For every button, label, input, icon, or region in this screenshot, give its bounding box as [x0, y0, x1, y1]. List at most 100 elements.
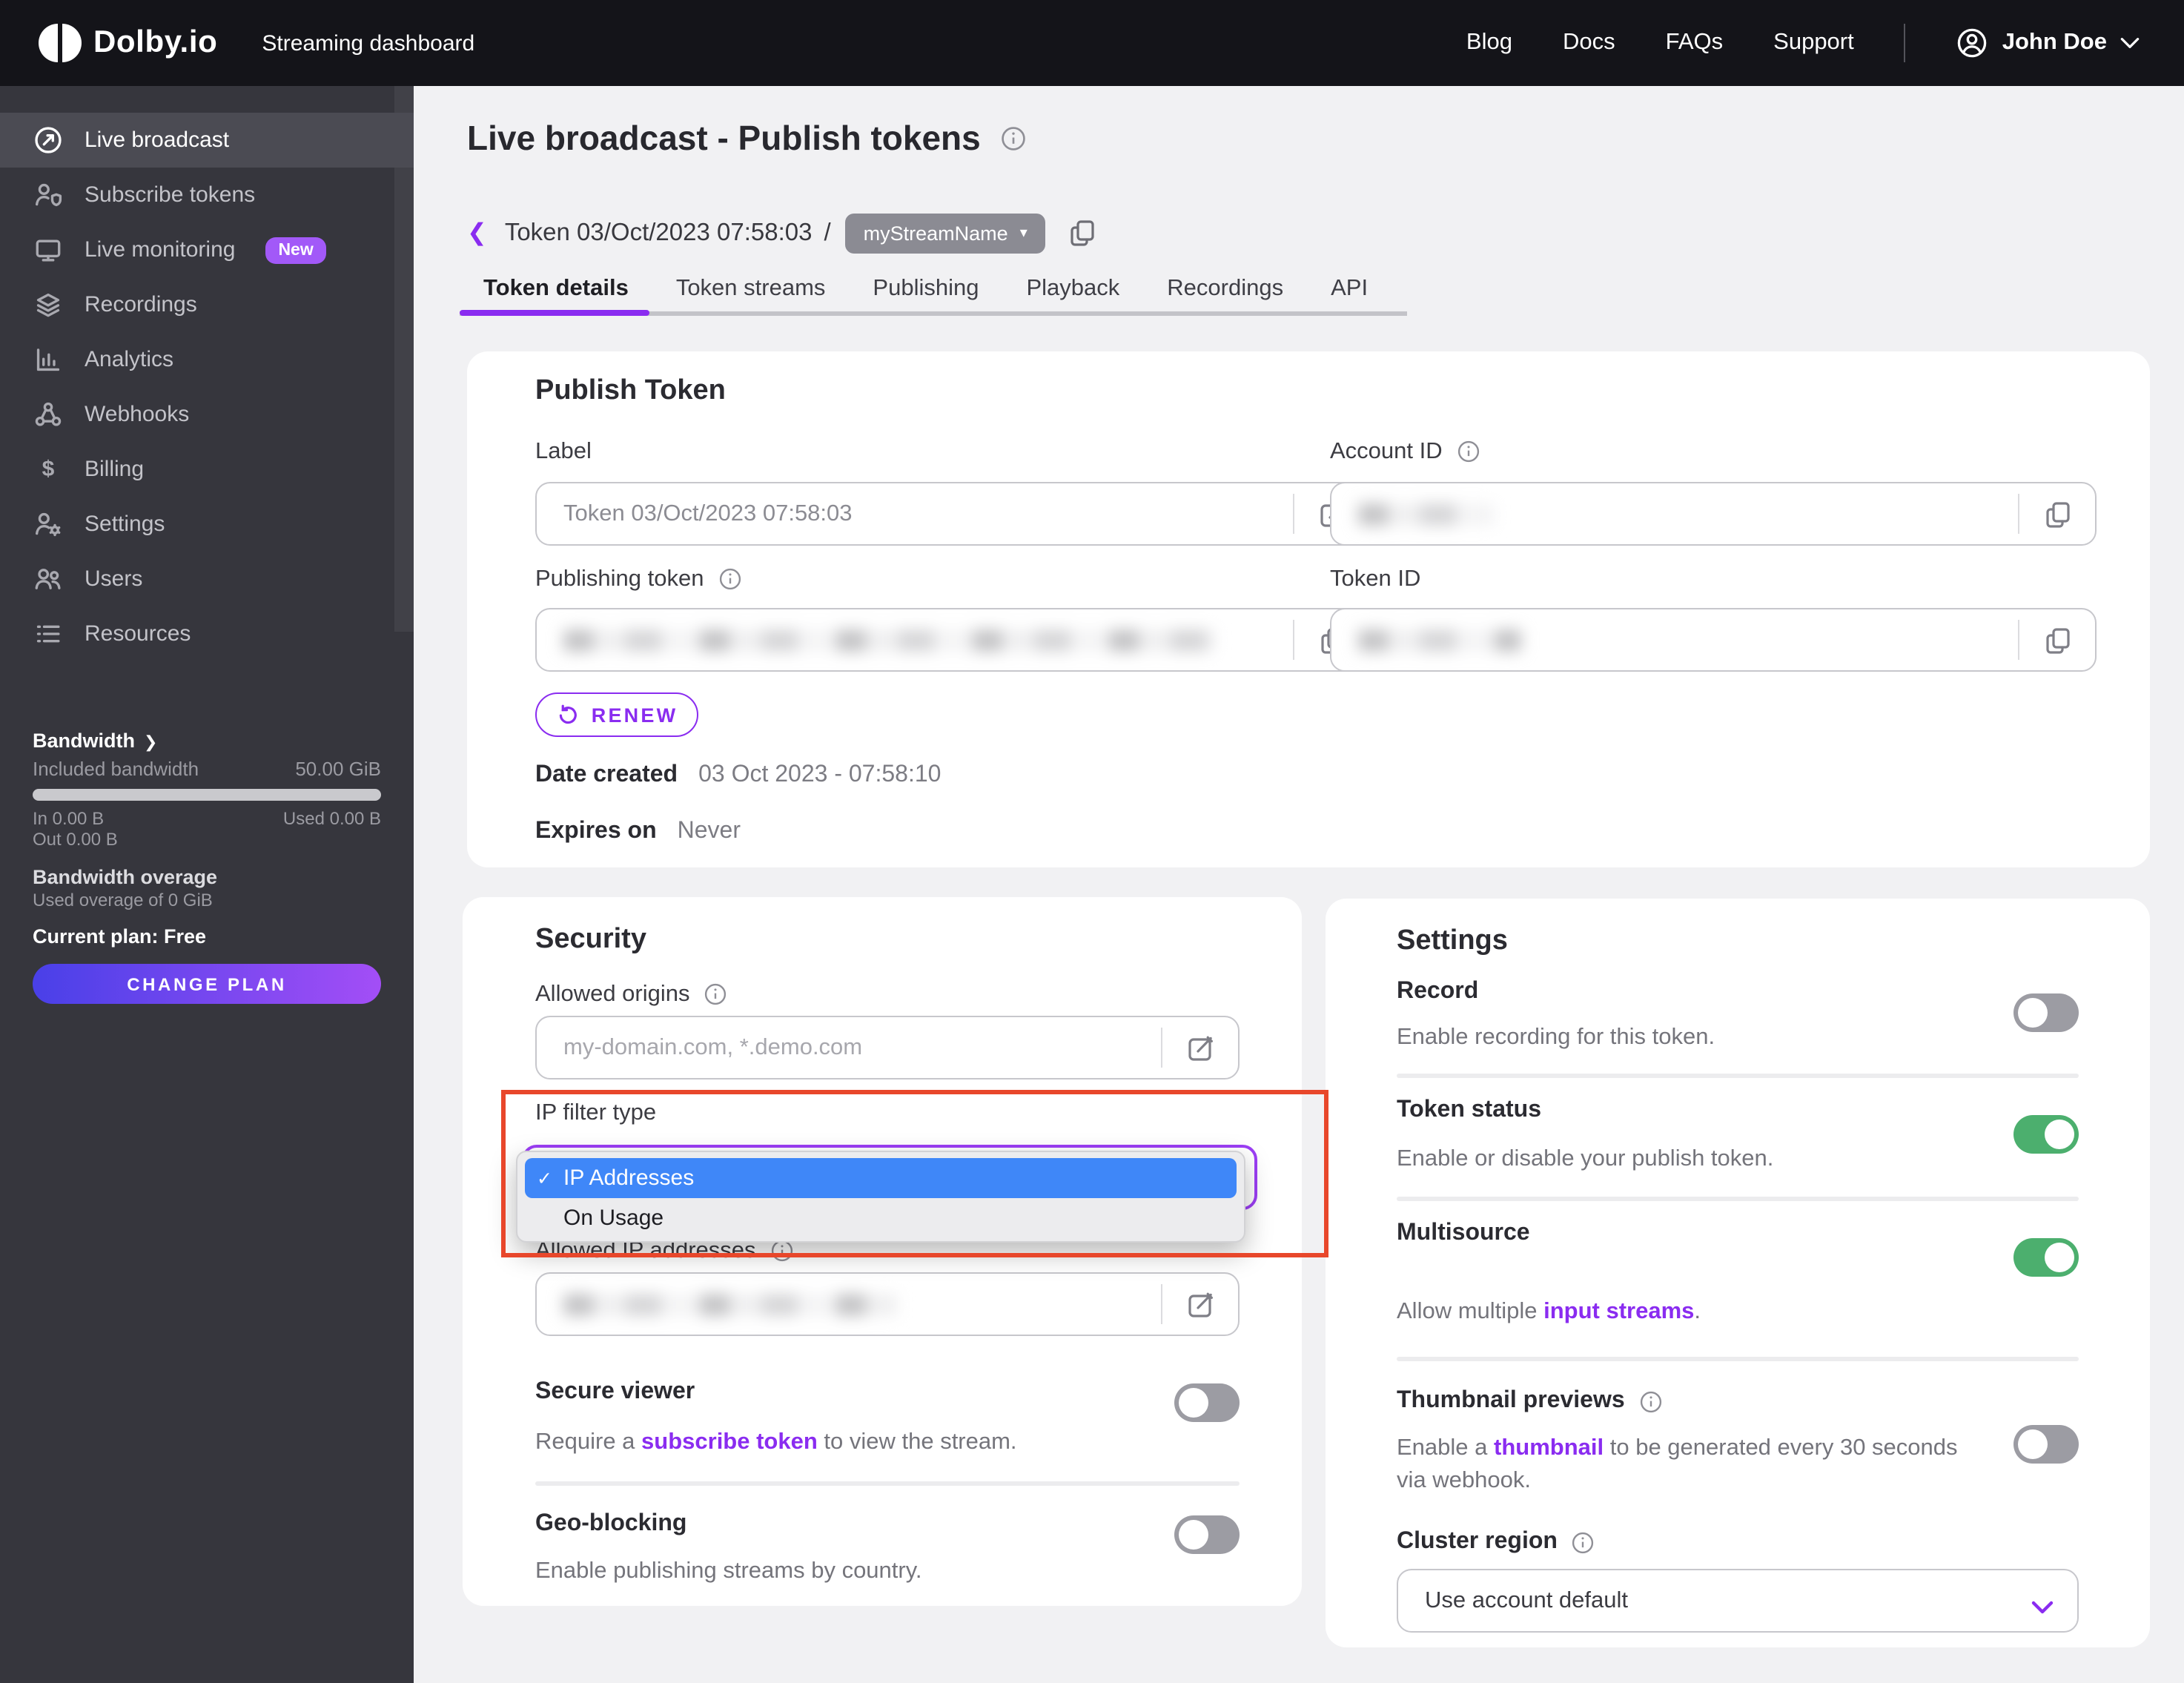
breadcrumb-token: Token 03/Oct/2023 07:58:03 — [504, 219, 813, 245]
publishing-token-input[interactable] — [535, 608, 1371, 672]
sidebar-item-label: Live broadcast — [85, 128, 230, 153]
settings-heading: Settings — [1397, 925, 1508, 956]
sidebar-item-subscribe-tokens[interactable]: Subscribe tokens — [0, 168, 414, 222]
dropdown-option-ip-addresses[interactable]: ✓ IP Addresses — [525, 1158, 1237, 1198]
sidebar-item-label: Settings — [85, 512, 165, 537]
dolby-logo[interactable]: Dolby.io — [39, 24, 217, 62]
sidebar-item-analytics[interactable]: Analytics — [0, 332, 414, 387]
tab-active-underline — [460, 310, 649, 316]
expires-value: Never — [677, 819, 741, 844]
info-icon[interactable] — [1000, 125, 1028, 153]
security-heading: Security — [535, 924, 646, 955]
input-divider — [1293, 494, 1294, 534]
tab-api[interactable]: API — [1307, 276, 1392, 311]
publish-token-heading: Publish Token — [535, 375, 726, 406]
sidebar-item-webhooks[interactable]: Webhooks — [0, 387, 414, 442]
bandwidth-used-value: Used 0.00 B — [282, 808, 381, 829]
token-id-input[interactable] — [1330, 608, 2097, 672]
geo-blocking-description: Enable publishing streams by country. — [535, 1558, 922, 1584]
nav-link-support[interactable]: Support — [1773, 30, 1854, 56]
cluster-region-select[interactable]: Use account default — [1397, 1569, 2079, 1633]
input-divider — [1161, 1028, 1162, 1068]
input-divider — [1161, 1284, 1162, 1324]
sidebar-item-label: Live monitoring — [85, 237, 236, 262]
tab-token-details[interactable]: Token details — [460, 276, 652, 311]
nav-link-blog[interactable]: Blog — [1466, 30, 1512, 56]
sidebar-item-users[interactable]: Users — [0, 552, 414, 606]
token-status-toggle[interactable] — [2013, 1115, 2079, 1154]
bandwidth-overage-detail: Used overage of 0 GiB — [33, 890, 213, 910]
expires-row: Expires on Never — [535, 819, 741, 845]
input-divider — [2018, 620, 2019, 660]
multisource-toggle[interactable] — [2013, 1238, 2079, 1277]
record-description: Enable recording for this token. — [1397, 1025, 1715, 1050]
renew-button[interactable]: RENEW — [535, 692, 698, 737]
subscribe-token-link[interactable]: subscribe token — [641, 1429, 818, 1455]
sidebar-item-settings[interactable]: Settings — [0, 497, 414, 552]
breadcrumb: ❮ Token 03/Oct/2023 07:58:03 / myStreamN… — [467, 212, 1099, 254]
tab-recordings[interactable]: Recordings — [1143, 276, 1307, 311]
bandwidth-out-value: Out 0.00 B — [33, 829, 118, 850]
secure-viewer-toggle[interactable] — [1174, 1383, 1240, 1422]
included-bandwidth-label: Included bandwidth — [33, 758, 199, 780]
geo-blocking-label: Geo-blocking — [535, 1511, 687, 1536]
label-input[interactable]: Token 03/Oct/2023 07:58:03 — [535, 482, 1371, 546]
info-icon[interactable] — [704, 982, 729, 1007]
thumbnail-previews-toggle[interactable] — [2013, 1425, 2079, 1464]
included-bandwidth-value: 50.00 GiB — [295, 758, 381, 780]
geo-blocking-toggle[interactable] — [1174, 1515, 1240, 1554]
thumbnail-previews-label: Thumbnail previews — [1397, 1388, 1664, 1415]
back-chevron-icon[interactable]: ❮ — [467, 218, 487, 248]
redacted-token-id — [1358, 629, 1521, 651]
dolby-logo-icon — [62, 24, 82, 62]
bandwidth-progress-bar — [33, 789, 381, 801]
page-title: Live broadcast - Publish tokens — [467, 119, 981, 157]
tab-playback[interactable]: Playback — [1002, 276, 1143, 311]
user-menu[interactable]: John Doe — [1956, 27, 2140, 59]
edit-icon[interactable] — [1185, 1288, 1217, 1320]
copy-icon[interactable] — [2042, 497, 2074, 530]
copy-icon[interactable] — [1066, 216, 1099, 249]
sidebar-item-billing[interactable]: $ Billing — [0, 442, 414, 497]
stream-name-dropdown[interactable]: myStreamName ▾ — [845, 213, 1045, 253]
copy-icon[interactable] — [2042, 624, 2074, 656]
tab-token-streams[interactable]: Token streams — [652, 276, 850, 311]
info-icon[interactable] — [1456, 439, 1481, 464]
change-plan-button[interactable]: CHANGE PLAN — [33, 964, 381, 1004]
bandwidth-link[interactable]: Bandwidth ❯ — [33, 728, 157, 755]
sidebar-item-live-broadcast[interactable]: Live broadcast — [0, 113, 414, 168]
redacted-ip-value — [563, 1293, 897, 1315]
sidebar-item-live-monitoring[interactable]: Live monitoring New — [0, 222, 414, 277]
nav-link-faqs[interactable]: FAQs — [1666, 30, 1724, 56]
edit-icon[interactable] — [1185, 1031, 1217, 1064]
dropdown-option-label: IP Addresses — [563, 1165, 695, 1191]
nav-link-docs[interactable]: Docs — [1563, 30, 1615, 56]
allowed-origins-input[interactable]: my-domain.com, *.demo.com — [535, 1016, 1240, 1079]
date-created-value: 03 Oct 2023 - 07:58:10 — [698, 762, 942, 787]
sidebar-item-label: Subscribe tokens — [85, 182, 256, 208]
info-icon[interactable] — [1638, 1389, 1664, 1414]
sidebar-item-label: Billing — [85, 457, 145, 482]
record-toggle[interactable] — [2013, 993, 2079, 1032]
account-id-input[interactable] — [1330, 482, 2097, 546]
ip-filter-type-label: IP filter type — [535, 1100, 657, 1125]
tab-publishing[interactable]: Publishing — [849, 276, 1002, 311]
allowed-ip-addresses-input[interactable] — [535, 1272, 1240, 1336]
stream-name-label: myStreamName — [863, 222, 1008, 244]
thumbnail-link[interactable]: thumbnail — [1494, 1435, 1604, 1461]
record-label: Record — [1397, 979, 1479, 1004]
dropdown-option-on-usage[interactable]: On Usage — [525, 1198, 1237, 1238]
dollar-icon: $ — [42, 457, 55, 482]
info-icon[interactable] — [718, 566, 743, 592]
date-created-row: Date created 03 Oct 2023 - 07:58:10 — [535, 762, 941, 789]
info-icon[interactable] — [1571, 1530, 1596, 1555]
token-id-label: Token ID — [1330, 566, 1421, 591]
navbar-links: Blog Docs FAQs Support John Doe — [1466, 24, 2140, 62]
dolby-streaming-dashboard: Dolby.io Streaming dashboard Blog Docs F… — [0, 0, 2184, 1683]
sidebar-item-resources[interactable]: Resources — [0, 606, 414, 661]
allowed-origins-label: Allowed origins — [535, 980, 729, 1008]
sidebar-nav: Live broadcast Subscribe tokens Live mon… — [0, 113, 414, 661]
sidebar-item-recordings[interactable]: Recordings — [0, 277, 414, 332]
brand-name: Dolby.io — [93, 25, 218, 59]
input-streams-link[interactable]: input streams — [1543, 1299, 1694, 1324]
